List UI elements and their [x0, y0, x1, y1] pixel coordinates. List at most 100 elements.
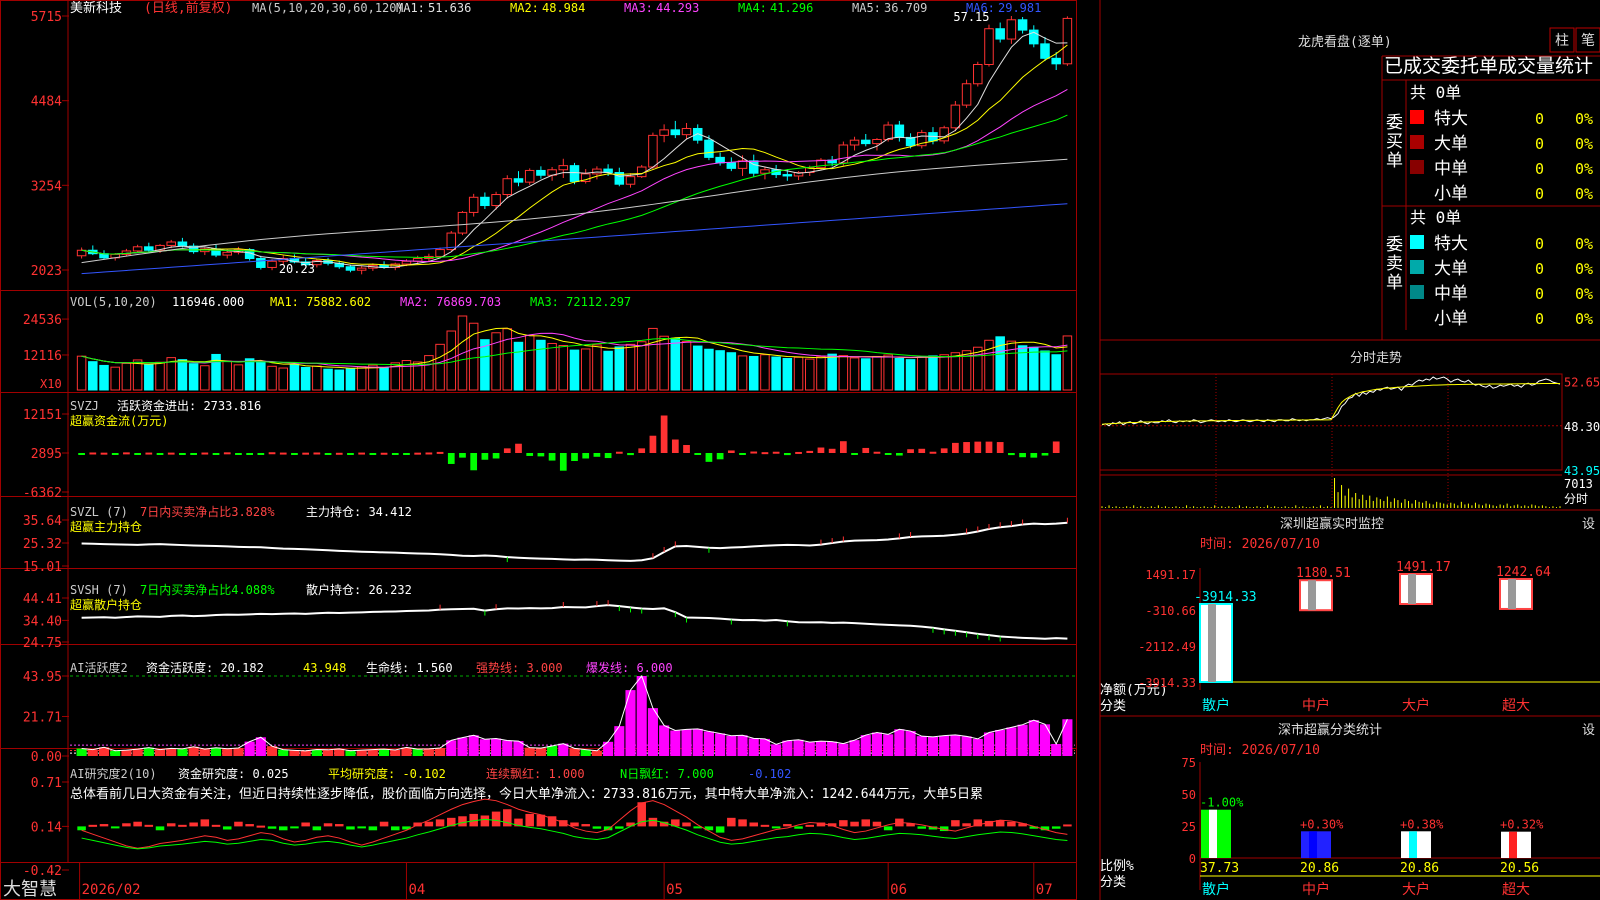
vol-bar	[446, 330, 457, 391]
ai2-bar	[570, 822, 579, 827]
vol-bar	[905, 359, 916, 391]
ai1-bar	[905, 731, 916, 756]
ai2-bar	[211, 824, 221, 827]
candle-body	[681, 127, 692, 136]
ai2-bar	[839, 820, 848, 827]
svzj-bar	[190, 452, 197, 455]
row-name: 大单	[1434, 134, 1468, 154]
row-count: 0	[1535, 185, 1544, 203]
row-count: 0	[1535, 110, 1544, 128]
candle-body	[872, 138, 882, 145]
ma-legend-label: MA1:	[396, 1, 425, 15]
ai1-bar	[894, 729, 905, 756]
ai1-bar	[1006, 727, 1017, 756]
app-logo: 大智慧	[3, 879, 57, 900]
ai2-bar	[962, 823, 971, 827]
candle-body	[894, 124, 905, 138]
class-bar-value: 20.86	[1400, 861, 1439, 876]
candles	[76, 16, 1073, 275]
ai2-bar	[290, 826, 299, 829]
svzj-bar	[817, 447, 825, 453]
ai1-title: AI活跃度2	[70, 660, 128, 675]
class-bar-shade	[1409, 831, 1417, 858]
class-tick: 25	[1182, 820, 1196, 834]
ai1-bar	[177, 748, 188, 756]
vol-bar	[323, 368, 333, 391]
ai2-bar	[626, 822, 635, 827]
ai2-bar	[682, 822, 691, 827]
ai1-bar	[491, 738, 502, 756]
candle-body	[132, 246, 143, 252]
ai2-bar	[379, 821, 389, 827]
vol-bar	[569, 349, 580, 391]
ai1-bar	[961, 736, 972, 756]
monitor-time: 时间: 2026/07/10	[1200, 537, 1320, 552]
ai1-bar	[323, 749, 334, 756]
candle-body	[760, 169, 770, 174]
y-tick: 3254	[31, 179, 62, 194]
buy-total: 共 0单	[1410, 83, 1461, 102]
svzj-bar	[985, 441, 993, 453]
ai1-bar	[412, 749, 423, 756]
candle-body	[1040, 43, 1050, 59]
monitor-cat: 中户	[1302, 697, 1330, 714]
svzj-bar	[425, 452, 433, 455]
class-bar-change: -1.00%	[1200, 796, 1244, 810]
row-swatch	[1410, 135, 1424, 149]
ai1-bar	[166, 748, 177, 756]
vol-bar	[715, 350, 725, 391]
monitor-bar-value: 1180.51	[1296, 566, 1351, 581]
y-tick: 24.75	[23, 636, 62, 651]
ai1-bar	[199, 749, 210, 756]
vol-ma1: MA1: 75882.602	[270, 295, 371, 309]
ai2-bar	[267, 826, 277, 829]
svzj-bar	[302, 452, 310, 455]
candle-body	[524, 169, 535, 183]
ai2-bar	[850, 821, 859, 827]
stock-name: 美新科技	[70, 0, 122, 16]
ai2-bar	[88, 824, 98, 827]
class-set[interactable]: 设	[1582, 723, 1595, 738]
vol-value: 116946.000	[172, 295, 244, 309]
vol-bar	[368, 364, 378, 391]
ai1-bar	[692, 728, 703, 756]
stock-mode: (日线,前复权)	[144, 0, 232, 16]
row-count: 0	[1535, 235, 1544, 253]
svzj-bar	[459, 452, 466, 458]
vol-bar	[435, 343, 445, 391]
svsh-line	[81, 604, 1068, 640]
candle-body	[704, 139, 714, 158]
vol-bar	[804, 358, 815, 391]
svzj-bar	[929, 451, 937, 454]
ai2-neg: -0.102	[748, 767, 791, 781]
vol-bar	[1062, 335, 1073, 391]
y-tick: 0.71	[31, 776, 62, 791]
vol-bar	[121, 362, 132, 391]
row-name: 特大	[1434, 234, 1468, 254]
ai1-life: 生命线: 1.560	[366, 660, 453, 675]
y-tick: 24536	[23, 313, 62, 328]
vol-bar	[312, 365, 322, 391]
svzj-bar	[806, 450, 814, 453]
candle-body	[513, 178, 524, 183]
svzj-bar	[526, 452, 534, 456]
row-name: 特大	[1434, 109, 1468, 129]
svzj-bar	[604, 452, 612, 459]
ai2-bar	[133, 821, 142, 827]
candle-body	[670, 129, 681, 136]
vol-bar	[849, 357, 860, 391]
svzj-bar	[167, 452, 175, 455]
main-chart[interactable]: 美新科技 (日线,前复权) MA(5,10,20,30,60,120) MA1:…	[0, 0, 1600, 900]
class-cat-label: 分类	[1100, 875, 1126, 890]
ai2-bar	[178, 824, 187, 827]
ai2-bar	[99, 824, 109, 827]
svzj-bar	[694, 452, 702, 455]
svzj-bar	[772, 451, 780, 454]
class-bar	[1201, 809, 1231, 858]
monitor-set[interactable]: 设	[1582, 517, 1595, 532]
vol-bar	[536, 339, 546, 391]
vol-bar	[939, 354, 949, 391]
ai1-bar	[1028, 720, 1039, 756]
svzj-bar	[201, 452, 209, 455]
svzj-bar	[313, 452, 321, 455]
